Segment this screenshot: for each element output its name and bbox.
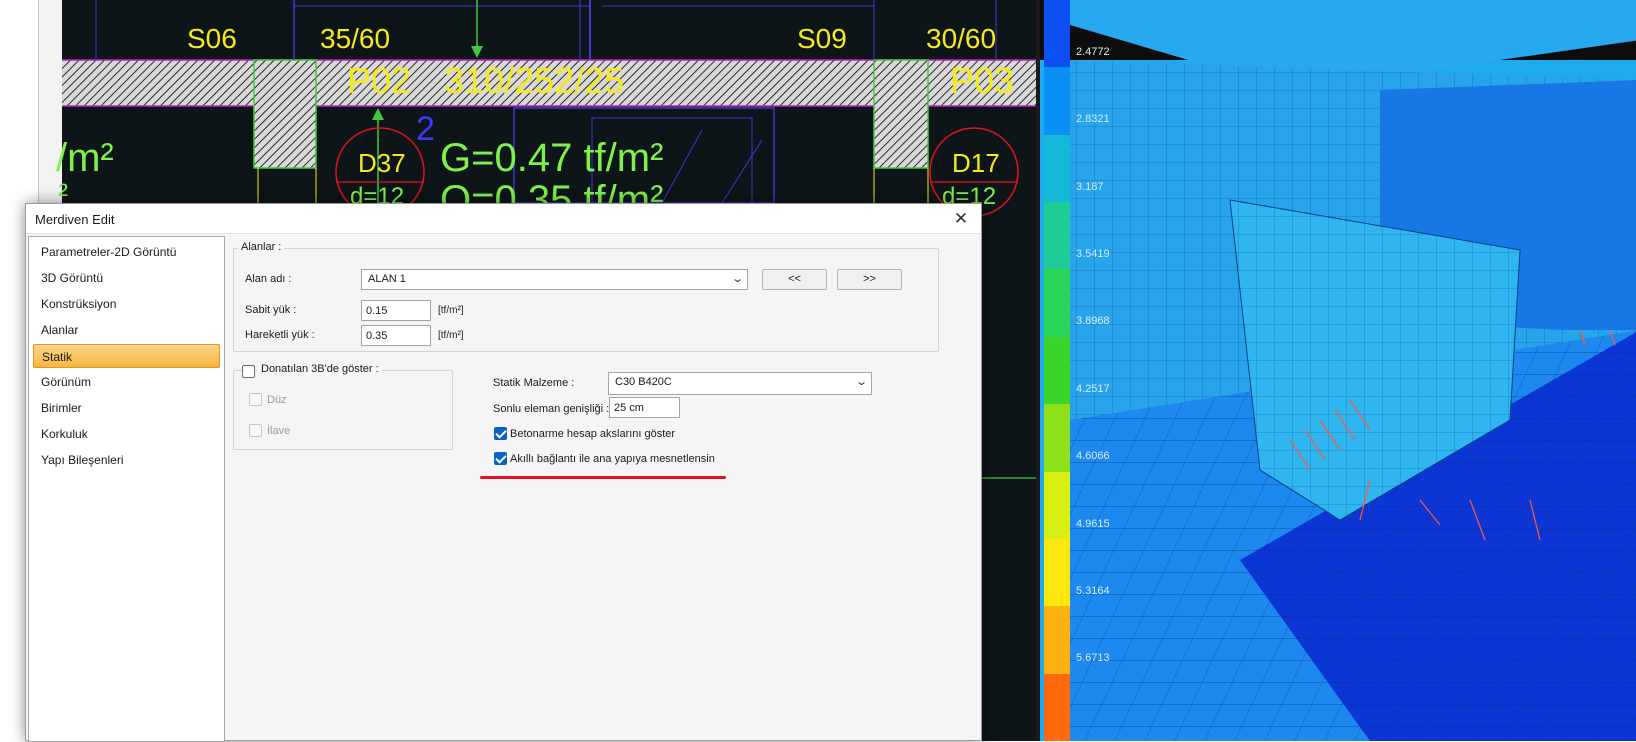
duz-checkbox[interactable] (249, 393, 262, 406)
cad-label-p02: P02 (347, 60, 412, 101)
hareketli-yuk-label: Hareketli yük : (245, 329, 315, 341)
legend-color-band (1044, 606, 1070, 675)
cad-label-s06: S06 (187, 23, 237, 54)
sonlu-eleman-label: Sonlu eleman genişliği : (493, 403, 610, 415)
legend-value: 2.8321 (1076, 113, 1110, 126)
akilli-baglanti-label: Akıllı bağlantı ile ana yapıya mesnetlen… (510, 453, 715, 465)
duz-label: Düz (267, 394, 287, 406)
chevron-down-icon: ⌄ (730, 273, 744, 285)
legend-color-band (1044, 134, 1070, 204)
alan-adi-value: ALAN 1 (368, 273, 406, 285)
alanlar-group-title: Alanlar : (238, 241, 285, 253)
legend-color-band (1044, 0, 1070, 69)
nav-item-gorunum[interactable]: Görünüm (33, 370, 220, 394)
cad-label-p03: P03 (950, 60, 1015, 101)
hareketli-yuk-unit: [tf/m²] (438, 330, 464, 341)
prev-area-button[interactable]: << (762, 269, 827, 290)
cad-label-num2: 2 (416, 110, 435, 148)
dialog-nav-list: Parametreler-2D Görüntü 3D Görüntü Konst… (28, 236, 225, 742)
chevron-down-icon: ⌄ (854, 376, 868, 388)
legend-value: 3.8968 (1076, 315, 1110, 328)
nav-item-birimler[interactable]: Birimler (33, 396, 220, 420)
cad-label-d37: D37 (358, 148, 406, 178)
legend-color-band (1044, 67, 1070, 136)
cad-label-tfm-left: /m² (56, 136, 114, 180)
fem-3d-view[interactable]: 2.4772 2.8321 3.187 3.5419 3.8968 4.2517 4.606… (1036, 0, 1636, 741)
legend-value: 4.6066 (1076, 450, 1110, 463)
hareketli-yuk-input[interactable] (361, 325, 431, 346)
sabit-yuk-unit: [tf/m²] (438, 305, 464, 316)
next-area-button[interactable]: >> (837, 269, 902, 290)
merdiven-edit-dialog: Merdiven Edit ✕ Parametreler-2D Görüntü … (25, 203, 983, 742)
statik-malzeme-select[interactable]: C30 B420C ⌄ (608, 372, 872, 395)
legend-value: 5.6713 (1076, 652, 1110, 665)
nav-item-yapi-bilesenleri[interactable]: Yapı Bileşenleri (33, 448, 220, 472)
legend-value: 4.9615 (1076, 517, 1110, 530)
donatilan-group-title: Donatılan 3B'de göster : (258, 363, 382, 375)
nav-item-parametreler[interactable]: Parametreler-2D Görüntü (33, 240, 220, 264)
ilave-checkbox[interactable] (249, 424, 262, 437)
alan-adi-label: Alan adı : (245, 273, 292, 285)
legend-color-band (1044, 673, 1070, 741)
sonlu-eleman-input[interactable] (609, 397, 680, 418)
nav-item-3d-goruntu[interactable]: 3D Görüntü (33, 266, 220, 290)
dialog-title: Merdiven Edit (35, 212, 115, 227)
cad-label-g-load: G=0.47 tf/m² (440, 136, 664, 180)
nav-item-alanlar[interactable]: Alanlar (33, 318, 220, 342)
cad-label-col1: 35/60 (320, 23, 391, 54)
statik-malzeme-value: C30 B420C (615, 376, 672, 388)
donatilan-checkbox[interactable] (242, 365, 255, 378)
cad-label-d17: D17 (952, 148, 1000, 178)
dialog-content-statik: Alanlar : Alan adı : ALAN 1 ⌄ << >> Sabi… (231, 236, 983, 742)
legend-value: 3.5419 (1076, 248, 1110, 261)
legend-color-band (1044, 202, 1070, 271)
cad-label-beam: 310/252/25 (444, 60, 625, 101)
nav-item-korkuluk[interactable]: Korkuluk (33, 422, 220, 446)
donatilan-group: Donatılan 3B'de göster : Düz İlave (233, 363, 453, 450)
dialog-title-bar[interactable]: Merdiven Edit ✕ (26, 204, 981, 234)
akilli-baglanti-checkbox[interactable] (494, 452, 507, 465)
legend-color-band (1044, 404, 1070, 473)
alan-adi-select[interactable]: ALAN 1 ⌄ (361, 269, 748, 290)
cad-label-col2: 30/60 (926, 23, 997, 54)
nav-item-konstruksiyon[interactable]: Konstrüksiyon (33, 292, 220, 316)
betonarme-checkbox[interactable] (494, 427, 507, 440)
legend-value: 2.4772 (1076, 46, 1110, 58)
fem-color-legend: 2.4772 2.8321 3.187 3.5419 3.8968 4.2517 4.606… (1044, 0, 1110, 741)
legend-value: 5.3164 (1076, 584, 1110, 597)
legend-value: 4.2517 (1076, 382, 1110, 395)
close-icon[interactable]: ✕ (949, 208, 973, 230)
red-underline-annotation (480, 476, 726, 479)
legend-value: 3.187 (1076, 180, 1104, 193)
betonarme-label: Betonarme hesap akslarını göster (510, 428, 676, 440)
sabit-yuk-label: Sabit yük : (245, 304, 297, 316)
ilave-label: İlave (267, 425, 291, 437)
legend-color-band (1044, 538, 1070, 608)
legend-color-band (1044, 471, 1070, 540)
alanlar-group: Alanlar : Alan adı : ALAN 1 ⌄ << >> Sabi… (233, 241, 939, 352)
statik-malzeme-label: Statik Malzeme : (493, 377, 575, 389)
legend-color-band (1044, 269, 1070, 338)
nav-item-statik[interactable]: Statik (33, 344, 220, 368)
fem-mesh (1040, 0, 1636, 741)
sabit-yuk-input[interactable] (361, 300, 431, 321)
legend-color-band (1044, 336, 1070, 406)
cad-label-s09: S09 (797, 23, 847, 54)
